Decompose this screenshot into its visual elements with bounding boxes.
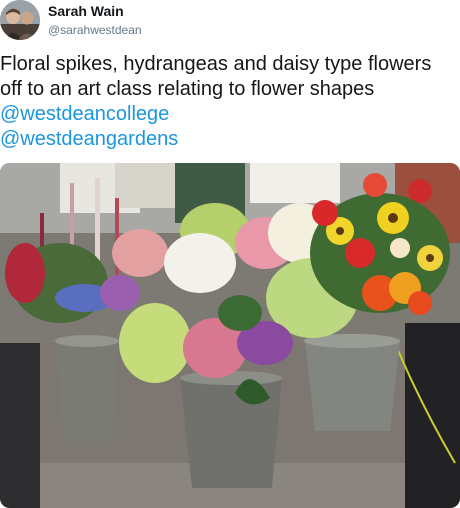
flower-buckets-photo (0, 163, 460, 508)
mention-link-gardens[interactable]: @westdeangardens (0, 128, 178, 150)
tweet-body: Floral spikes, hydrangeas and daisy type… (0, 53, 432, 100)
mention-link-college[interactable]: @westdeancollege (0, 103, 169, 125)
avatar-image (0, 0, 40, 40)
tweet-header: Sarah Wain @sarahwestdean (0, 0, 460, 44)
tweet-photo[interactable] (0, 163, 460, 508)
avatar[interactable] (0, 0, 40, 40)
author-handle[interactable]: @sarahwestdean (48, 23, 142, 37)
tweet-text: Floral spikes, hydrangeas and daisy type… (0, 52, 456, 152)
author-name[interactable]: Sarah Wain (48, 3, 124, 19)
